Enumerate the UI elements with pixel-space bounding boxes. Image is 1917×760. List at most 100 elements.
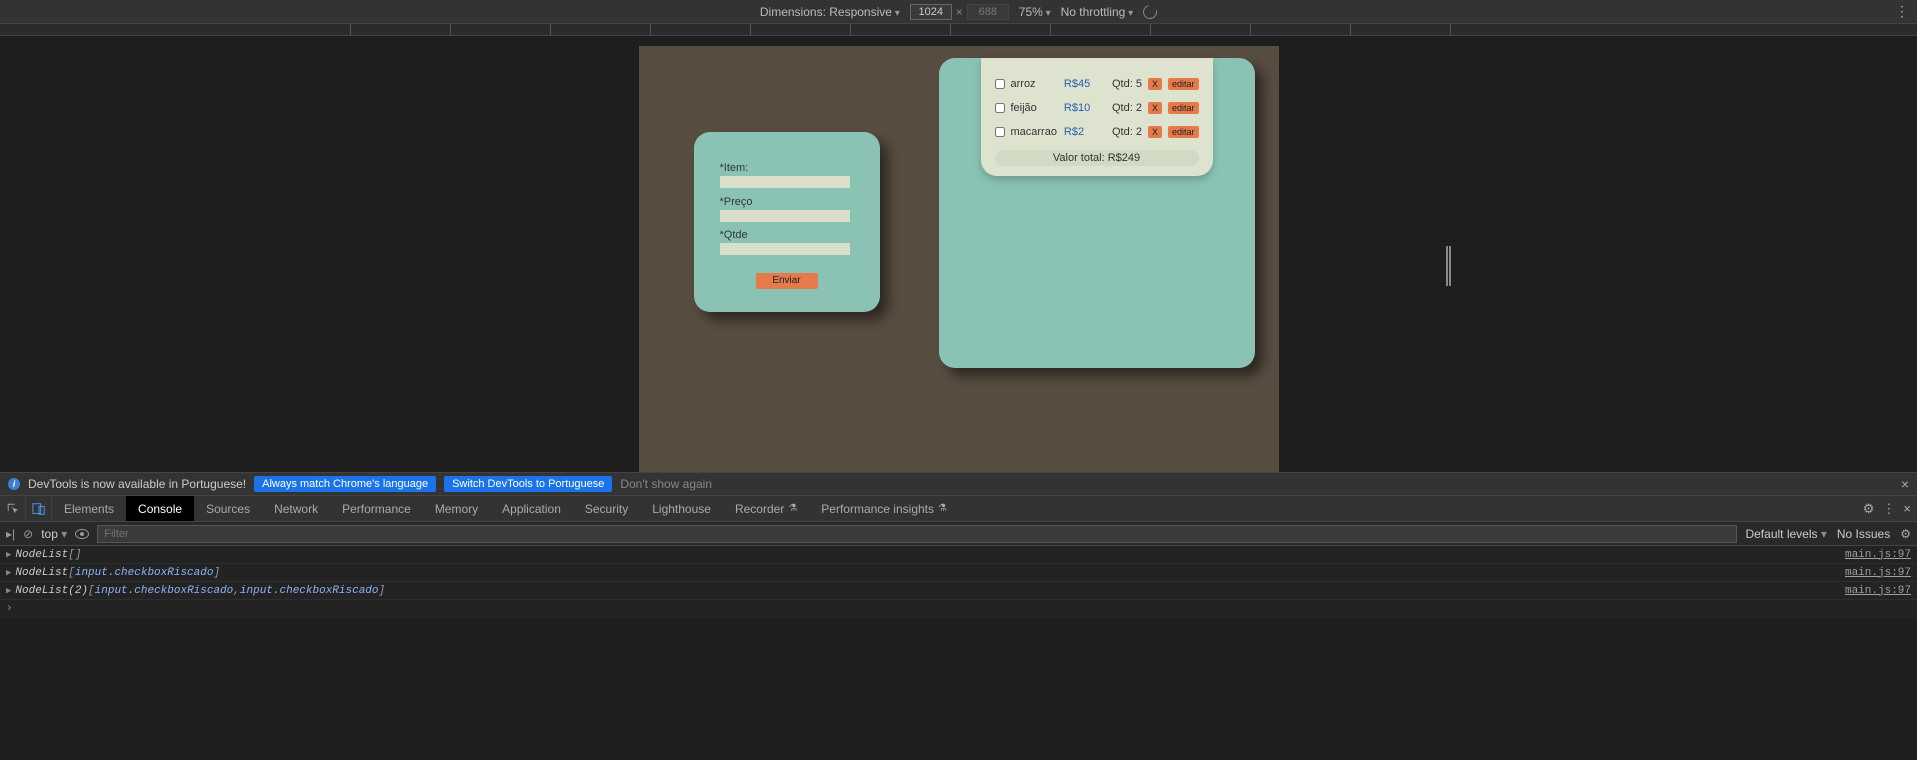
live-expression-button[interactable] (75, 529, 89, 539)
tab-network[interactable]: Network (262, 496, 330, 521)
qty-label: *Qtde (720, 229, 854, 241)
console-line[interactable]: ▶ NodeList(2) [ input.checkboxRiscado , … (0, 582, 1917, 600)
rotate-icon (1141, 2, 1160, 21)
clear-console-button[interactable]: ⊘ (23, 527, 33, 541)
list-item: macarrao R$2 Qtd: 2 X editar (995, 126, 1199, 138)
qty-input[interactable] (720, 243, 850, 255)
price-input[interactable] (720, 210, 850, 222)
prompt-caret-icon: › (6, 603, 13, 615)
context-dropdown[interactable]: top (41, 527, 67, 541)
tab-elements[interactable]: Elements (52, 496, 126, 521)
expand-icon[interactable]: ▶ (6, 568, 11, 578)
console-line[interactable]: ▶ NodeList [ ] main.js:97 (0, 546, 1917, 564)
item-checkbox[interactable] (995, 127, 1005, 137)
throttling-dropdown[interactable]: No throttling (1061, 5, 1134, 19)
form-card: *Item: *Preço *Qtde Enviar (694, 132, 880, 312)
devtools-tab-bar: Elements Console Sources Network Perform… (0, 496, 1917, 522)
close-icon[interactable]: × (1903, 501, 1911, 516)
device-viewport-area: *Item: *Preço *Qtde Enviar arroz R$45 Qt… (0, 36, 1917, 472)
tab-sources[interactable]: Sources (194, 496, 262, 521)
list-card: arroz R$45 Qtd: 5 X editar feijão R$10 Q… (939, 58, 1255, 368)
device-toolbar-menu[interactable]: ⋮ (1895, 4, 1909, 18)
rotate-button[interactable] (1143, 5, 1157, 19)
language-banner: i DevTools is now available in Portugues… (0, 472, 1917, 496)
dimensions-dropdown[interactable]: Dimensions: Responsive (760, 5, 900, 19)
tab-console[interactable]: Console (126, 496, 194, 521)
issues-label[interactable]: No Issues (1837, 527, 1890, 541)
token-class: input.checkboxRiscado (95, 585, 234, 597)
token-punc: [ (68, 567, 75, 579)
inspect-element-button[interactable] (0, 496, 26, 521)
edit-button[interactable]: editar (1168, 126, 1199, 138)
toggle-device-button[interactable] (26, 496, 52, 521)
source-link[interactable]: main.js:97 (1845, 567, 1911, 579)
tab-performance[interactable]: Performance (330, 496, 423, 521)
item-price: R$10 (1064, 102, 1098, 114)
console-output: ▶ NodeList [ ] main.js:97 ▶ NodeList [ i… (0, 546, 1917, 618)
console-line[interactable]: ▶ NodeList [ input.checkboxRiscado ] mai… (0, 564, 1917, 582)
token-punc: ] (213, 567, 220, 579)
expand-icon[interactable]: ▶ (6, 586, 11, 596)
throttling-label: No throttling (1061, 5, 1134, 19)
tab-lighthouse[interactable]: Lighthouse (640, 496, 723, 521)
kebab-icon[interactable]: ⋮ (1882, 501, 1895, 517)
switch-language-button[interactable]: Switch DevTools to Portuguese (444, 476, 612, 492)
edit-button[interactable]: editar (1168, 102, 1199, 114)
item-name: macarrao (1011, 126, 1058, 138)
log-levels-dropdown[interactable]: Default levels (1745, 527, 1826, 541)
gear-icon[interactable]: ⚙ (1900, 527, 1911, 541)
tab-pi-label: Performance insights (821, 502, 934, 516)
tab-application[interactable]: Application (490, 496, 573, 521)
item-name: arroz (1011, 78, 1058, 90)
gear-icon[interactable]: ⚙ (1863, 501, 1875, 517)
console-prompt[interactable]: › (0, 600, 1917, 618)
item-checkbox[interactable] (995, 103, 1005, 113)
viewport-resize-handle[interactable] (1446, 246, 1452, 286)
width-input[interactable] (910, 4, 952, 20)
submit-button[interactable]: Enviar (756, 273, 818, 289)
total-label: Valor total: R$249 (995, 150, 1199, 166)
dont-show-again-link[interactable]: Don't show again (620, 477, 712, 491)
delete-button[interactable]: X (1148, 78, 1162, 90)
source-link[interactable]: main.js:97 (1845, 549, 1911, 561)
item-checkbox[interactable] (995, 79, 1005, 89)
zoom-dropdown[interactable]: 75% (1019, 5, 1051, 19)
token-punc: , (233, 585, 240, 597)
edit-button[interactable]: editar (1168, 78, 1199, 90)
rendered-page: *Item: *Preço *Qtde Enviar arroz R$45 Qt… (639, 46, 1279, 472)
token-type: NodeList (15, 567, 68, 579)
beaker-icon: ⚗ (938, 503, 947, 514)
item-qty: Qtd: 5 (1104, 78, 1142, 90)
device-icon (32, 502, 46, 516)
close-icon[interactable]: × (1901, 476, 1909, 492)
info-icon: i (8, 478, 20, 490)
zoom-label: 75% (1019, 5, 1051, 19)
console-toolbar: ▸| ⊘ top Default levels No Issues ⚙ (0, 522, 1917, 546)
tab-memory[interactable]: Memory (423, 496, 490, 521)
tab-recorder-label: Recorder (735, 502, 784, 516)
tab-security[interactable]: Security (573, 496, 640, 521)
source-link[interactable]: main.js:97 (1845, 585, 1911, 597)
item-price: R$45 (1064, 78, 1098, 90)
console-sidebar-toggle[interactable]: ▸| (6, 527, 15, 541)
expand-icon[interactable]: ▶ (6, 550, 11, 560)
item-input[interactable] (720, 176, 850, 188)
price-label: *Preço (720, 196, 854, 208)
device-toolbar: Dimensions: Responsive × 75% No throttli… (0, 0, 1917, 24)
token-punc: [ (88, 585, 95, 597)
token-class: input.checkboxRiscado (240, 585, 379, 597)
tab-recorder[interactable]: Recorder ⚗ (723, 496, 809, 521)
item-label: *Item: (720, 162, 854, 174)
dimensions-label: Dimensions: Responsive (760, 5, 900, 19)
tab-performance-insights[interactable]: Performance insights ⚗ (809, 496, 959, 521)
match-language-button[interactable]: Always match Chrome's language (254, 476, 436, 492)
console-filter-input[interactable] (97, 525, 1737, 543)
height-input[interactable] (967, 4, 1009, 20)
beaker-icon: ⚗ (788, 503, 797, 514)
banner-message: DevTools is now available in Portuguese! (28, 477, 246, 491)
item-qty: Qtd: 2 (1104, 126, 1142, 138)
item-price: R$2 (1064, 126, 1098, 138)
dimension-separator: × (956, 5, 963, 19)
delete-button[interactable]: X (1148, 126, 1162, 138)
delete-button[interactable]: X (1148, 102, 1162, 114)
